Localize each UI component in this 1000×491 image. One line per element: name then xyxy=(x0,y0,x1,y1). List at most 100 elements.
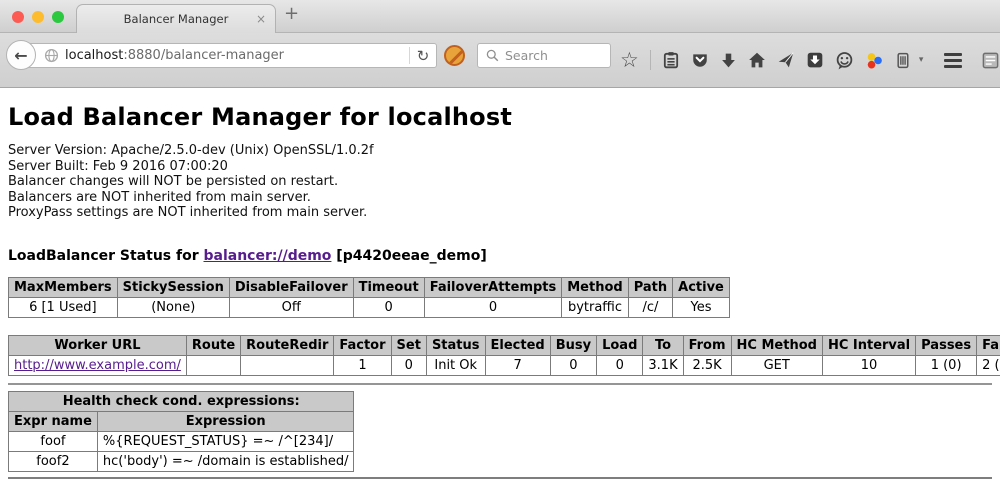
page-thumbnail-icon[interactable] xyxy=(981,51,1000,70)
column-header: Route xyxy=(186,335,240,355)
cell-hc-interval: 10 xyxy=(822,355,915,375)
bookmark-star-icon[interactable]: ☆ xyxy=(620,50,639,70)
cell-status: Init Ok xyxy=(426,355,485,375)
server-info: Server Version: Apache/2.5.0-dev (Unix) … xyxy=(8,143,992,221)
cell-expression: %{REQUEST_STATUS} =~ /^[234]/ xyxy=(97,431,354,451)
url-bar[interactable]: localhost:8880/balancer-manager ↻ xyxy=(21,43,437,68)
bookmarks-list-icon[interactable] xyxy=(662,51,680,69)
loadbalancer-status-heading: LoadBalancer Status for balancer://demo … xyxy=(8,248,992,264)
health-check-table: Health check cond. expressions: Expr nam… xyxy=(8,391,354,472)
tab-balancer-manager[interactable]: Balancer Manager × xyxy=(76,4,276,33)
navigation-toolbar: ← localhost:8880/balancer-manager ↻ xyxy=(0,33,1000,88)
send-plane-icon[interactable] xyxy=(777,51,795,69)
download-helper-icon[interactable] xyxy=(806,51,824,69)
browser-chrome: Balancer Manager × + ← localhost:8880/ba… xyxy=(0,0,1000,88)
cell-to: 3.1K xyxy=(643,355,683,375)
persist-notice-line: Balancer changes will NOT be persisted o… xyxy=(8,174,992,190)
cell-busy: 0 xyxy=(550,355,596,375)
column-header: From xyxy=(683,335,731,355)
column-header: Fails xyxy=(977,335,1000,355)
bottom-divider xyxy=(8,477,992,479)
cell-factor: 1 xyxy=(334,355,391,375)
cell-stickysession: (None) xyxy=(117,297,229,317)
column-header: Busy xyxy=(550,335,596,355)
reload-icon[interactable]: ↻ xyxy=(410,47,436,65)
server-version-line: Server Version: Apache/2.5.0-dev (Unix) … xyxy=(8,143,992,159)
cell-set: 0 xyxy=(391,355,426,375)
balancer-summary-table: MaxMembers StickySession DisableFailover… xyxy=(8,277,730,318)
page-content: Load Balancer Manager for localhost Serv… xyxy=(0,103,1000,479)
tab-title: Balancer Manager xyxy=(124,12,229,26)
cell-elected: 7 xyxy=(485,355,550,375)
column-header: Expression xyxy=(97,411,354,431)
downloads-arrow-icon[interactable] xyxy=(720,52,737,69)
inherit-notice-line: Balancers are NOT inherited from main se… xyxy=(8,190,992,206)
page-title: Load Balancer Manager for localhost xyxy=(8,103,992,131)
chevron-down-icon[interactable]: ▾ xyxy=(919,55,924,65)
column-header: To xyxy=(643,335,683,355)
search-icon xyxy=(486,49,499,62)
table-row: http://www.example.com/ 1 0 Init Ok 7 0 … xyxy=(9,355,1000,375)
table-row: foof2 hc('body') =~ /domain is establish… xyxy=(9,451,354,471)
column-header: Worker URL xyxy=(9,335,187,355)
back-button[interactable]: ← xyxy=(6,40,36,70)
column-header: MaxMembers xyxy=(9,277,118,297)
column-header: Passes xyxy=(916,335,977,355)
tab-close-icon[interactable]: × xyxy=(256,12,266,26)
cell-fails: 2 (0) xyxy=(977,355,1000,375)
cell-failoverattempts: 0 xyxy=(424,297,562,317)
cell-hc-method: GET xyxy=(731,355,822,375)
cell-routeredir xyxy=(241,355,334,375)
pocket-icon[interactable] xyxy=(691,51,709,69)
colored-dots-icon[interactable] xyxy=(865,51,884,70)
column-header: Load xyxy=(597,335,643,355)
toolbar-separator xyxy=(650,50,651,70)
column-header: Elected xyxy=(485,335,550,355)
cell-passes: 1 (0) xyxy=(916,355,977,375)
home-icon[interactable] xyxy=(748,51,766,69)
menu-icon[interactable] xyxy=(944,53,962,68)
cell-path: /c/ xyxy=(628,297,672,317)
column-header: Status xyxy=(426,335,485,355)
column-header: Expr name xyxy=(9,411,98,431)
cell-timeout: 0 xyxy=(353,297,424,317)
table-row: foof %{REQUEST_STATUS} =~ /^[234]/ xyxy=(9,431,354,451)
cell-from: 2.5K xyxy=(683,355,731,375)
cell-expr-name: foof2 xyxy=(9,451,98,471)
chat-smiley-icon[interactable] xyxy=(835,51,854,70)
server-built-line: Server Built: Feb 9 2016 07:00:20 xyxy=(8,159,992,175)
column-header: Timeout xyxy=(353,277,424,297)
column-header: Active xyxy=(673,277,730,297)
minimize-window-button[interactable] xyxy=(32,11,44,23)
search-input[interactable]: Search xyxy=(477,43,611,68)
cell-maxmembers: 6 [1 Used] xyxy=(9,297,118,317)
worker-table: Worker URL Route RouteRedir Factor Set S… xyxy=(8,335,1000,376)
column-header: HC Method xyxy=(731,335,822,355)
column-header: Path xyxy=(628,277,672,297)
column-header: Method xyxy=(562,277,628,297)
column-header: RouteRedir xyxy=(241,335,334,355)
titlebar: Balancer Manager × + xyxy=(0,0,1000,33)
globe-icon xyxy=(44,48,59,63)
cell-expression: hc('body') =~ /domain is established/ xyxy=(97,451,354,471)
cell-active: Yes xyxy=(673,297,730,317)
zoom-window-button[interactable] xyxy=(52,11,64,23)
window-controls xyxy=(12,11,64,23)
new-tab-button[interactable]: + xyxy=(284,3,299,24)
close-window-button[interactable] xyxy=(12,11,24,23)
section-divider xyxy=(8,383,992,385)
balancer-demo-link[interactable]: balancer://demo xyxy=(204,248,332,264)
column-header: StickySession xyxy=(117,277,229,297)
url-host-text: localhost xyxy=(65,48,123,63)
cell-load: 0 xyxy=(597,355,643,375)
cell-disablefailover: Off xyxy=(229,297,353,317)
cell-method: bytraffic xyxy=(562,297,628,317)
column-header: HC Interval xyxy=(822,335,915,355)
battery-icon[interactable] xyxy=(895,52,912,69)
plugin-blocked-icon[interactable] xyxy=(444,45,465,66)
worker-url-link[interactable]: http://www.example.com/ xyxy=(14,358,181,373)
cell-route xyxy=(186,355,240,375)
column-header: DisableFailover xyxy=(229,277,353,297)
column-header: Set xyxy=(391,335,426,355)
status-suffix: [p4420eeae_demo] xyxy=(331,248,486,264)
